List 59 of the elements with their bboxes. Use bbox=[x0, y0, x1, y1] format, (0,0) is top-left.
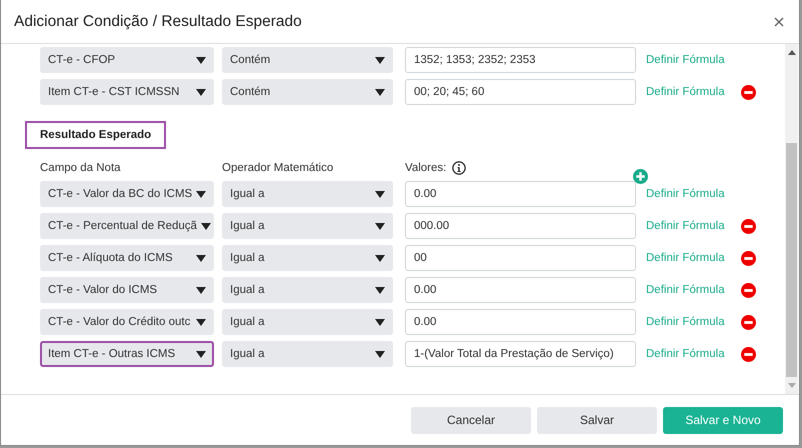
caret-icon bbox=[196, 190, 206, 198]
column-label: Operador Matemático bbox=[222, 162, 334, 174]
remove-icon[interactable] bbox=[741, 314, 756, 330]
add-icon[interactable] bbox=[633, 169, 648, 184]
field-dropdown[interactable]: CT-e - Valor do Crédito outc bbox=[40, 309, 214, 335]
value-field[interactable]: 1-(Valor Total da Prestação de Serviço) bbox=[405, 341, 636, 367]
footer-button[interactable]: Salvar bbox=[537, 406, 657, 434]
caret-icon bbox=[196, 350, 206, 358]
caret-icon bbox=[196, 286, 206, 294]
field-dropdown[interactable]: Item CT-e - CST ICMSSN bbox=[40, 79, 214, 105]
caret-icon bbox=[375, 350, 385, 358]
section-title: Resultado Esperado bbox=[25, 121, 166, 149]
operator-dropdown[interactable]: Igual a bbox=[222, 309, 393, 335]
field-dropdown[interactable]: CT-e - Valor do ICMS bbox=[40, 277, 214, 303]
value-field[interactable]: 0.00 bbox=[405, 309, 636, 335]
caret-icon bbox=[375, 190, 385, 198]
caret-icon bbox=[375, 286, 385, 294]
caret-icon bbox=[196, 88, 206, 96]
scroll-up-icon[interactable] bbox=[788, 50, 796, 55]
operator-dropdown[interactable]: Igual a bbox=[222, 341, 393, 367]
field-dropdown[interactable]: Item CT-e - Outras ICMS bbox=[40, 341, 214, 367]
dialog-title: Adicionar Condição / Resultado Esperado bbox=[14, 12, 302, 30]
scrollbar-thumb[interactable] bbox=[786, 143, 797, 377]
operator-dropdown[interactable]: Igual a bbox=[222, 213, 393, 239]
operator-dropdown[interactable]: Contém bbox=[222, 79, 393, 105]
field-dropdown[interactable]: CT-e - Valor da BC do ICMS bbox=[40, 181, 214, 207]
field-dropdown[interactable]: CT-e - Percentual de Reduçã bbox=[40, 213, 214, 239]
value-field[interactable]: 0.00 bbox=[405, 277, 636, 303]
caret-icon bbox=[375, 88, 385, 96]
column-label: Campo da Nota bbox=[40, 162, 122, 174]
remove-icon[interactable] bbox=[741, 250, 756, 266]
scrollbar[interactable] bbox=[785, 44, 798, 394]
remove-icon[interactable] bbox=[741, 84, 756, 100]
remove-icon[interactable] bbox=[741, 346, 756, 362]
caret-icon bbox=[375, 56, 385, 64]
remove-icon[interactable] bbox=[741, 282, 756, 298]
value-field[interactable]: 1352; 1353; 2352; 2353 bbox=[405, 47, 636, 73]
operator-dropdown[interactable]: Contém bbox=[222, 47, 393, 73]
caret-icon bbox=[196, 254, 206, 262]
operator-dropdown[interactable]: Igual a bbox=[222, 277, 393, 303]
column-label: Valores: bbox=[405, 162, 446, 174]
field-dropdown[interactable]: CT-e - Alíquota do ICMS bbox=[40, 245, 214, 271]
value-field[interactable]: 00 bbox=[405, 245, 636, 271]
caret-icon bbox=[196, 318, 206, 326]
field-dropdown[interactable]: CT-e - CFOP bbox=[40, 47, 214, 73]
caret-icon bbox=[375, 318, 385, 326]
value-field[interactable]: 00; 20; 45; 60 bbox=[405, 79, 636, 105]
close-icon[interactable] bbox=[774, 16, 784, 26]
info-icon[interactable] bbox=[452, 161, 466, 175]
operator-dropdown[interactable]: Igual a bbox=[222, 245, 393, 271]
value-field[interactable]: 000.00 bbox=[405, 213, 636, 239]
footer-button[interactable]: Cancelar bbox=[411, 406, 531, 434]
caret-icon bbox=[375, 222, 385, 230]
value-field[interactable]: 0.00 bbox=[405, 181, 636, 207]
operator-dropdown[interactable]: Igual a bbox=[222, 181, 393, 207]
remove-icon[interactable] bbox=[741, 218, 756, 234]
caret-icon bbox=[200, 222, 211, 230]
caret-icon bbox=[375, 254, 385, 262]
caret-icon bbox=[196, 56, 206, 64]
